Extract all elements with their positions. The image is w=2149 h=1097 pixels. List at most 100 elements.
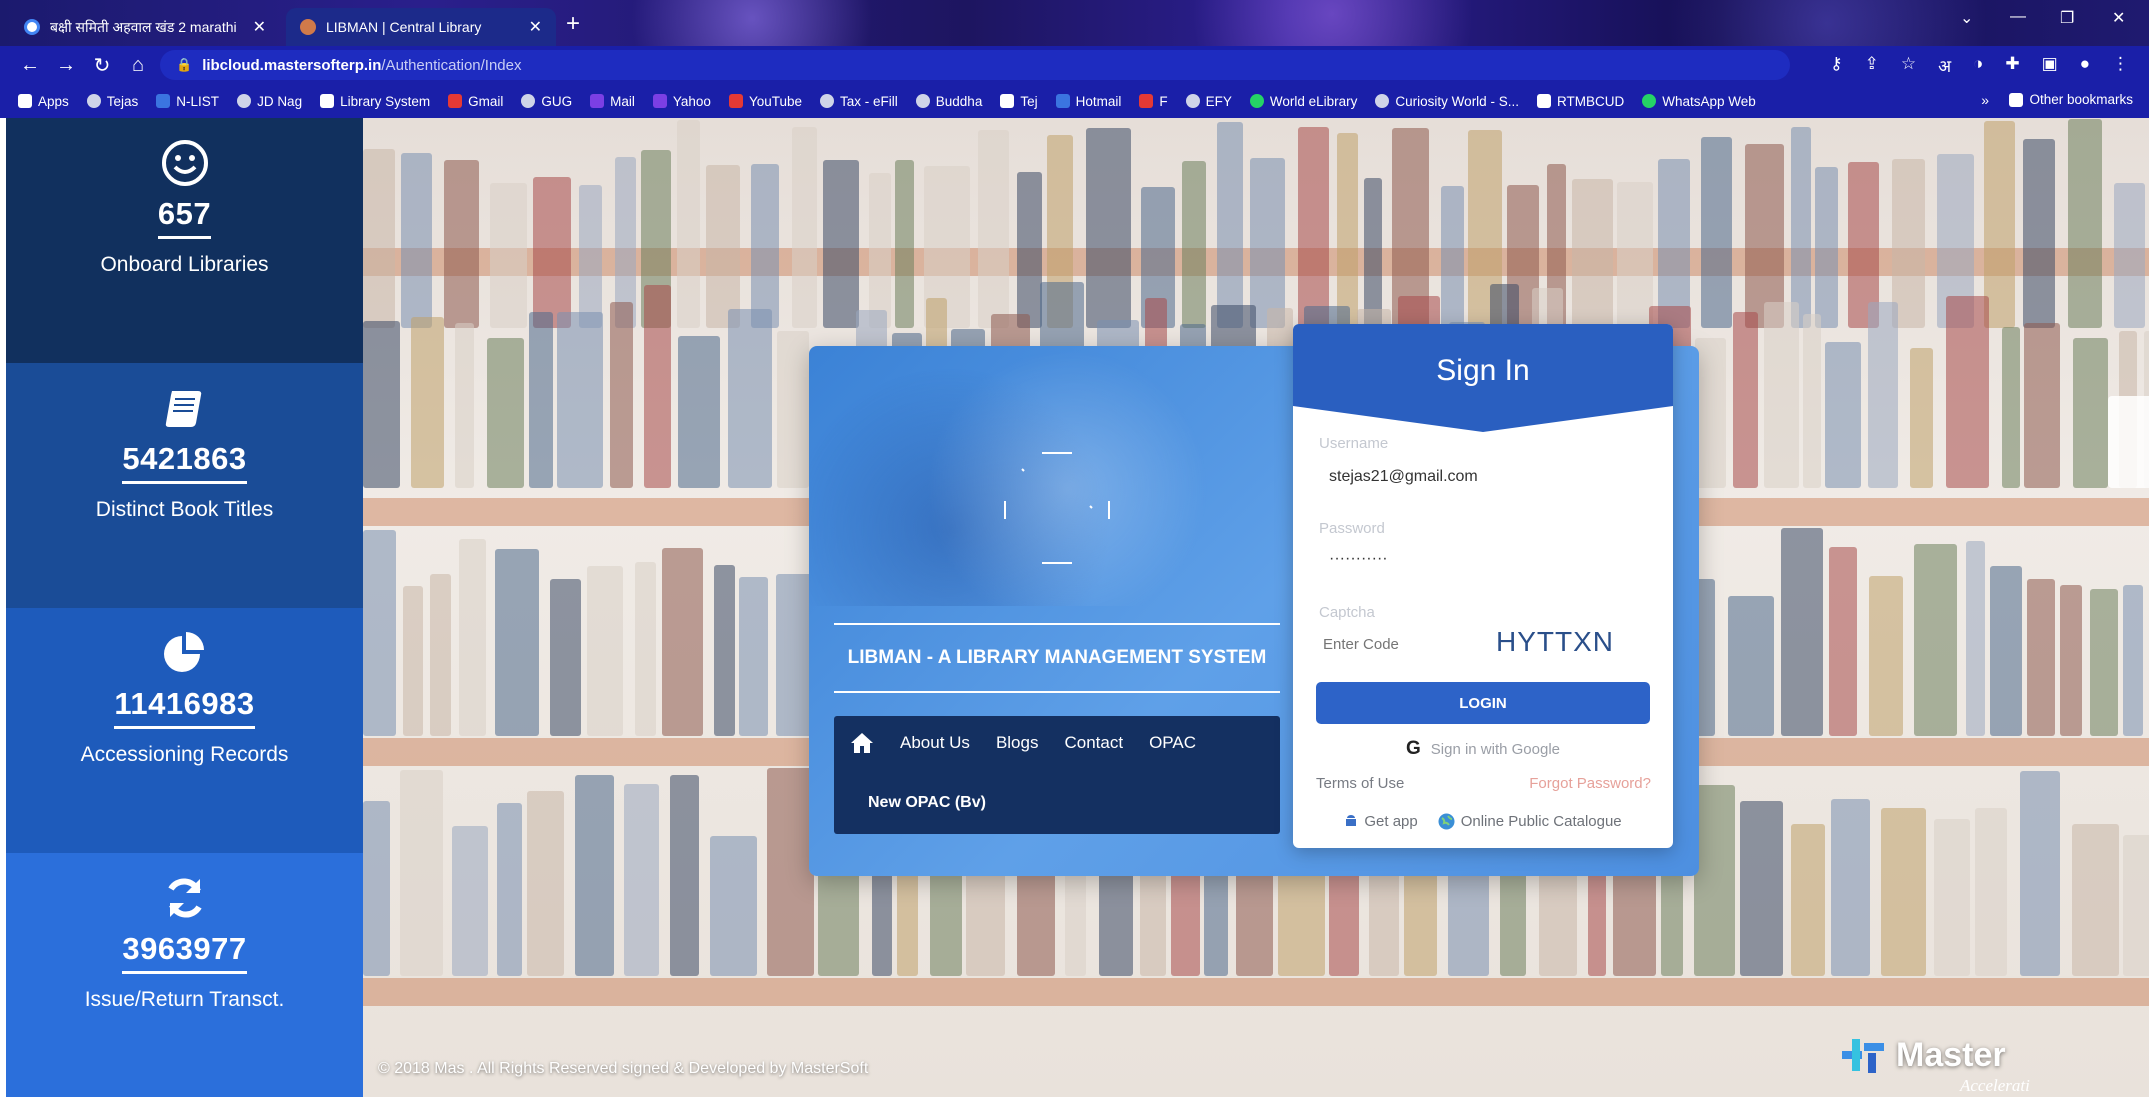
bookmark-item[interactable]: Yahoo [652, 94, 711, 109]
nav-new-opac[interactable]: New OPAC (Bv) [868, 794, 986, 812]
bookmark-item[interactable]: Library System [320, 94, 430, 109]
menu-dots-icon[interactable]: ⋮ [2112, 54, 2129, 77]
bookmark-item[interactable]: GUG [521, 94, 572, 109]
url-field[interactable]: 🔒 libcloud.mastersofterp.in /Authenticat… [160, 50, 1790, 80]
book-decoration [1441, 186, 1464, 328]
extension-icon[interactable]: ◑ [1973, 54, 1983, 77]
stat-label: Accessioning Records [80, 743, 289, 766]
close-tab-icon[interactable]: ✕ [529, 17, 542, 37]
book-decoration [2073, 338, 2108, 488]
book-decoration [1701, 137, 1732, 328]
login-button[interactable]: LOGIN [1316, 682, 1650, 724]
bookmark-item[interactable]: YouTube [728, 93, 803, 109]
bookmark-item[interactable]: Gmail [448, 94, 503, 109]
new-tab-icon[interactable]: + [566, 10, 580, 38]
bookmark-item[interactable]: F [1139, 94, 1168, 109]
side-feedback-tab[interactable] [2108, 396, 2149, 488]
bookmark-favicon-icon [1185, 94, 1200, 108]
bookmark-item[interactable]: WhatsApp Web [1642, 94, 1756, 109]
restore-icon[interactable]: ❐ [2060, 8, 2074, 28]
bookmark-label: N-LIST [176, 93, 220, 109]
online-catalogue-link[interactable]: Online Public Catalogue [1438, 813, 1622, 830]
book-decoration [2023, 139, 2055, 328]
browser-tab-active[interactable]: LIBMAN | Central Library ✕ [286, 8, 556, 46]
book-decoration [1337, 133, 1358, 328]
bookmark-favicon-icon [86, 94, 101, 108]
book-decoration [635, 562, 656, 736]
bookmark-label: Gmail [468, 93, 504, 109]
minimize-icon[interactable]: — [2010, 8, 2026, 26]
share-icon[interactable]: ⇪ [1865, 54, 1879, 77]
star-icon[interactable]: ☆ [1901, 54, 1916, 77]
google-sign-in[interactable]: G Sign in with Google [1293, 738, 1673, 760]
captcha-input[interactable] [1323, 636, 1463, 653]
bookmark-item[interactable]: RTMBCUD [1536, 94, 1624, 109]
nav-about-us[interactable]: About Us [900, 733, 970, 753]
bookmark-item[interactable]: Apps [18, 94, 69, 109]
nav-blogs[interactable]: Blogs [996, 733, 1039, 753]
bookmark-favicon-icon [237, 94, 252, 108]
captcha-image: HYTTXN [1496, 626, 1614, 657]
bookmark-item[interactable]: World eLibrary [1249, 94, 1357, 109]
mastersoft-brand: Master [1838, 1033, 2006, 1077]
other-bookmarks[interactable]: Other bookmarks [2009, 92, 2133, 107]
book-decoration [1617, 182, 1653, 328]
bookmark-favicon-icon [448, 94, 463, 108]
forward-icon[interactable]: → [48, 54, 84, 77]
google-favicon-icon [24, 19, 40, 35]
profile-avatar[interactable]: ● [2080, 54, 2090, 77]
book-decoration [1946, 296, 1989, 488]
back-icon[interactable]: ← [12, 54, 48, 77]
bookmark-item[interactable]: Buddha [915, 94, 982, 109]
get-app-link[interactable]: Get app [1344, 813, 1418, 830]
book-decoration [490, 183, 527, 328]
book-decoration [1217, 122, 1243, 328]
book-decoration [411, 317, 444, 488]
bookmark-item[interactable]: Hotmail [1055, 94, 1121, 109]
close-window-icon[interactable]: ✕ [2112, 8, 2125, 28]
page-viewport: 657 Onboard Libraries 5421863 Distinct Book… [0, 118, 2149, 1097]
bookmark-item[interactable]: JD Nag [237, 94, 302, 109]
book-decoration [430, 574, 451, 736]
book-decoration [1975, 808, 2007, 976]
close-tab-icon[interactable]: ✕ [253, 17, 266, 37]
bookmark-label: YouTube [748, 93, 803, 109]
book-decoration [677, 120, 700, 328]
browser-tab[interactable]: बक्षी समिती अहवाल खंड 2 marathi ✕ [10, 8, 280, 46]
book-decoration [1745, 144, 1784, 328]
password-field[interactable]: ··········· [1329, 550, 1388, 568]
nav-contact[interactable]: Contact [1064, 733, 1123, 753]
bookmark-item[interactable]: N-LIST [156, 94, 219, 109]
bookmark-item[interactable]: EFY [1185, 94, 1232, 109]
browser-tab-bar: बक्षी समिती अहवाल खंड 2 marathi ✕ LIBMAN… [0, 0, 2149, 46]
translate-icon[interactable]: अ [1938, 54, 1951, 77]
book-decoration [401, 153, 432, 328]
stats-sidebar: 657 Onboard Libraries 5421863 Distinct Book… [6, 118, 363, 1097]
book-decoration [1740, 801, 1783, 976]
forgot-password-link[interactable]: Forgot Password? [1529, 775, 1651, 792]
bookmark-item[interactable]: Curiosity World - S... [1375, 94, 1519, 109]
bookmarks-overflow-icon[interactable]: » [1981, 92, 1989, 108]
book-decoration [550, 579, 581, 736]
book-decoration [1017, 172, 1042, 328]
sidebar-icon[interactable]: ▣ [2042, 54, 2058, 77]
username-field[interactable]: stejas21@gmail.com [1329, 468, 1478, 486]
bookmark-item[interactable]: Tax - eFill [820, 94, 898, 109]
stat-label: Issue/Return Transct. [84, 988, 285, 1011]
tab-search-icon[interactable]: ⌄ [1960, 8, 1973, 28]
book-decoration [497, 803, 522, 976]
home-icon[interactable] [850, 732, 874, 754]
reload-icon[interactable]: ↻ [84, 53, 120, 78]
book-decoration [1182, 161, 1206, 328]
key-icon[interactable]: ⚷ [1830, 54, 1842, 77]
android-icon [1346, 814, 1357, 826]
terms-of-use-link[interactable]: Terms of Use [1316, 775, 1404, 792]
puzzle-icon[interactable]: ✚ [2005, 54, 2019, 77]
bookmark-item[interactable]: Tej [1000, 94, 1038, 109]
nav-opac[interactable]: OPAC [1149, 733, 1196, 753]
home-nav-icon[interactable]: ⌂ [120, 54, 156, 77]
pie-chart-icon [163, 632, 204, 672]
bookmark-item[interactable]: Tejas [86, 94, 138, 109]
bookmark-item[interactable]: Mail [590, 94, 635, 109]
tab-title: बक्षी समिती अहवाल खंड 2 marathi [50, 18, 237, 35]
